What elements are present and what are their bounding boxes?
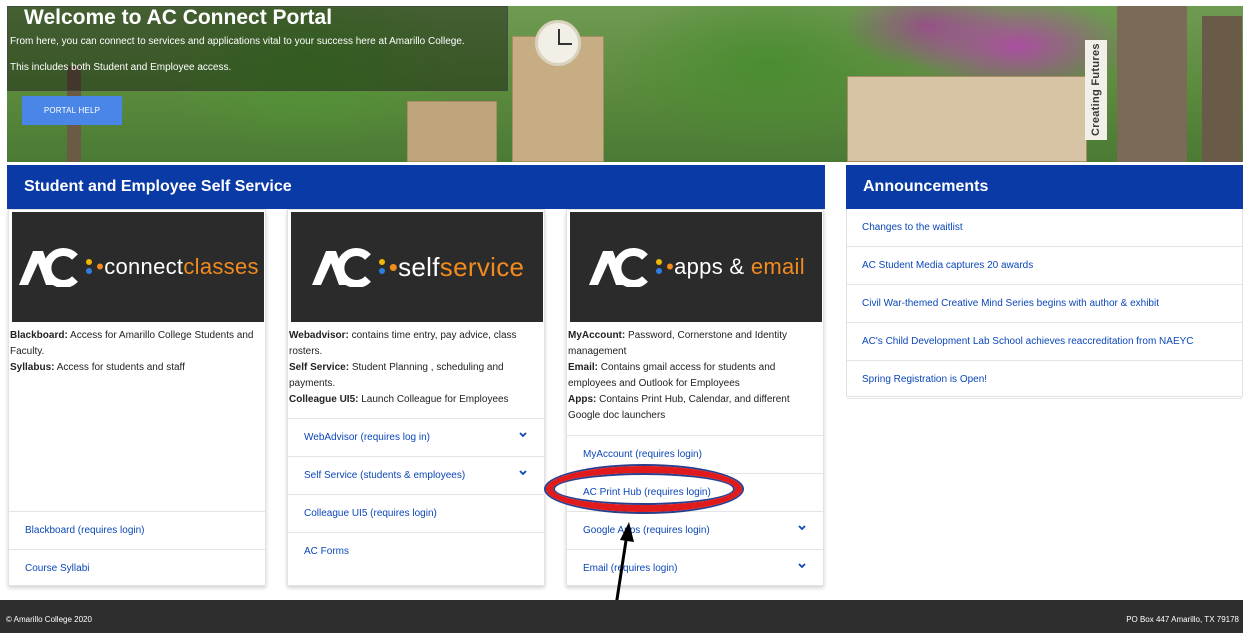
link-label: Course Syllabi [25,563,90,574]
announcement-item[interactable]: AC Student Media captures 20 awards [847,247,1242,285]
desc-text: Contains Print Hub, Calendar, and differ… [568,394,790,421]
desc-text: Contains gmail access for students and e… [568,362,776,389]
colleague-ui5-link[interactable]: Colleague UI5 (requires login) [288,494,544,532]
logo-word: self [398,251,440,282]
logo-word-accent: email [750,254,805,279]
card-description: Webadvisor: contains time entry, pay adv… [289,328,544,408]
link-label: Self Service (students & employees) [304,470,466,481]
announcements-heading: Announcements [846,165,1243,209]
logo-word: apps & [674,254,751,279]
announcement-item[interactable]: Civil War-themed Creative Mind Series be… [847,285,1242,323]
chevron-down-icon [798,563,806,569]
link-label: MyAccount (requires login) [583,449,702,460]
footer-copyright: © Amarillo College 2020 [6,615,92,624]
desc-label: Webadvisor: [289,330,349,341]
announcement-item[interactable]: AC's Child Development Lab School achiev… [847,323,1242,361]
desc-label: Self Service: [289,362,350,373]
desc-text: Launch Colleague for Employees [358,394,509,405]
campus-building [847,76,1087,162]
card-description: MyAccount: Password, Cornerstone and Ide… [568,328,823,424]
logo-word: connect [104,254,184,279]
footer: © Amarillo College 2020 PO Box 447 Amari… [0,600,1243,633]
hero-title: Welcome to AC Connect Portal [24,6,333,29]
tree-trunk [1117,6,1187,162]
apps-email-logo: •apps & email [570,212,822,322]
connect-classes-card: •connectclasses Blackboard: Access for A… [8,209,266,586]
self-service-card: •selfservice Webadvisor: contains time e… [287,209,545,586]
desc-label: Apps: [568,394,597,405]
chevron-down-icon [519,470,527,476]
logo-word-accent: service [439,251,525,282]
webadvisor-dropdown[interactable]: WebAdvisor (requires log in) [288,418,544,456]
ac-forms-link[interactable]: AC Forms [288,532,544,570]
chevron-down-icon [798,525,806,531]
clock-face [535,20,581,66]
portal-help-button[interactable]: PORTAL HELP [22,96,122,125]
annotation-highlight-oval [546,466,742,512]
desc-label: Syllabus: [10,362,55,373]
link-label: WebAdvisor (requires log in) [304,432,430,443]
desc-label: MyAccount: [568,330,626,341]
logo-dots-icon [85,258,93,276]
creating-futures-banner: Creating Futures [1085,40,1107,140]
self-service-logo: •selfservice [291,212,543,322]
campus-building [407,101,497,162]
desc-label: Colleague UI5: [289,394,359,405]
services-heading: Student and Employee Self Service [7,165,825,209]
announcement-item[interactable]: Changes to the waitlist [847,209,1242,247]
card-description: Blackboard: Access for Amarillo College … [10,328,265,376]
announcement-item[interactable]: Spring Registration is Open! [847,361,1242,399]
link-label: AC Forms [304,546,349,557]
hero-description: This includes both Student and Employee … [10,62,232,73]
self-service-dropdown[interactable]: Self Service (students & employees) [288,456,544,494]
desc-label: Blackboard: [10,330,68,341]
logo-dots-icon [378,258,386,276]
link-label: Colleague UI5 (requires login) [304,508,437,519]
desc-label: Email: [568,362,599,373]
tree-trunk [1202,16,1242,162]
logo-dots-icon [655,258,663,276]
link-label: Blackboard (requires login) [25,525,145,536]
desc-text: Access for students and staff [54,362,185,373]
announcements-list: Changes to the waitlist AC Student Media… [846,209,1243,399]
connect-classes-logo: •connectclasses [12,212,264,322]
chevron-down-icon [519,432,527,438]
logo-word-accent: classes [183,254,259,279]
footer-address: PO Box 447 Amarillo, TX 79178 [1126,615,1239,624]
hero-description: From here, you can connect to services a… [10,36,465,47]
course-syllabi-link[interactable]: Course Syllabi [9,549,265,587]
blackboard-link[interactable]: Blackboard (requires login) [9,511,265,549]
ac-logo-icon [310,247,372,287]
ac-logo-icon [17,247,79,287]
ac-logo-icon [587,247,649,287]
